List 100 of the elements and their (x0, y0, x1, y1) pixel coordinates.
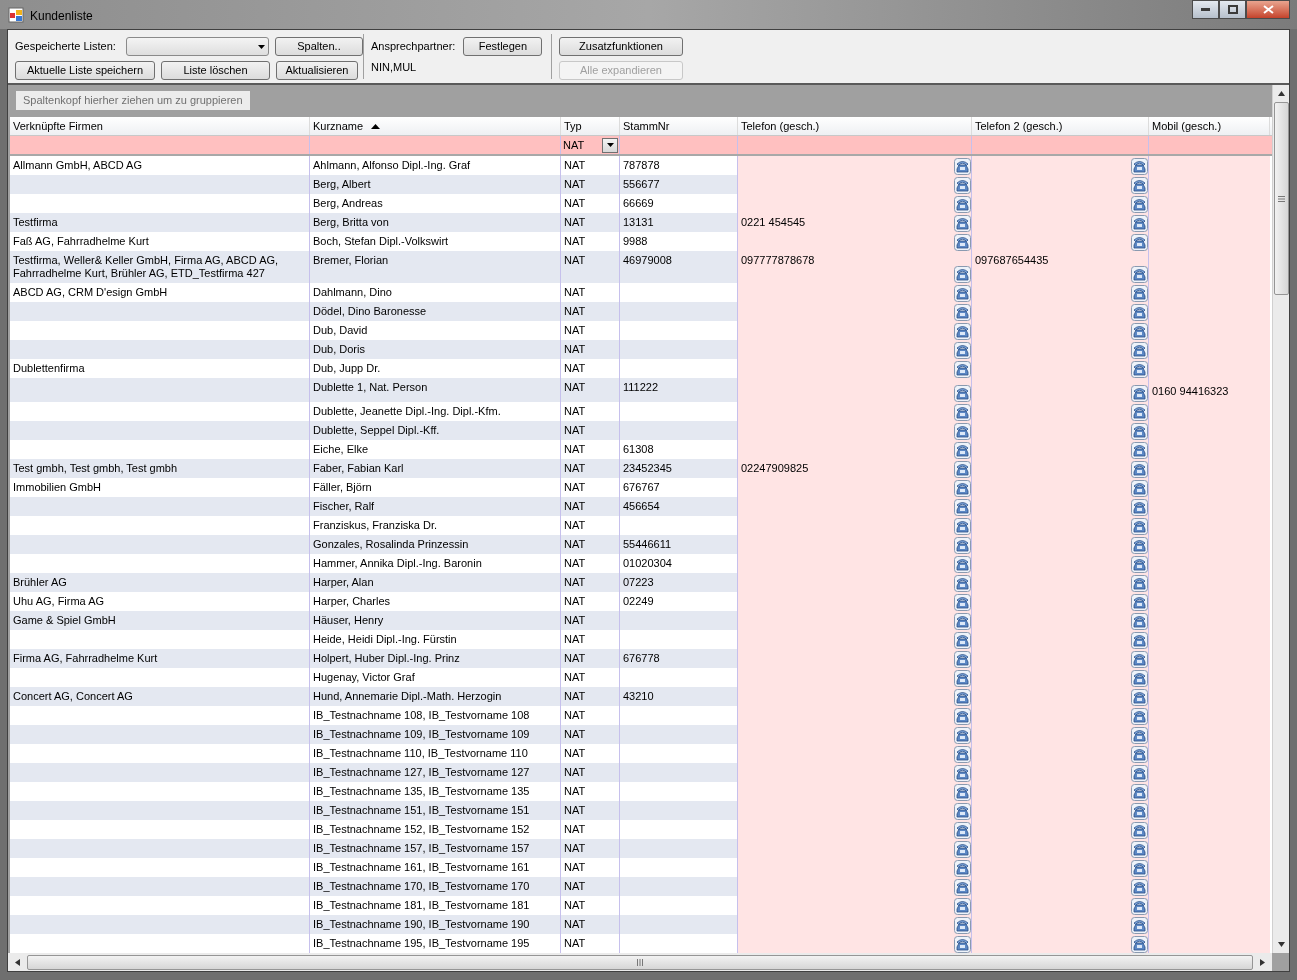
telephone-icon[interactable] (954, 594, 971, 611)
telephone-icon[interactable] (954, 784, 971, 801)
telephone-icon[interactable] (954, 822, 971, 839)
telephone-icon[interactable] (1131, 651, 1148, 668)
telephone-icon[interactable] (1131, 670, 1148, 687)
filter-dropdown-button[interactable] (602, 137, 618, 153)
telephone-icon[interactable] (1131, 304, 1148, 321)
telephone-icon[interactable] (1131, 385, 1148, 402)
telephone-icon[interactable] (954, 898, 971, 915)
telephone-icon[interactable] (954, 670, 971, 687)
telephone-icon[interactable] (1131, 841, 1148, 858)
telephone-icon[interactable] (954, 215, 971, 232)
telephone-icon[interactable] (1131, 323, 1148, 340)
telephone-icon[interactable] (954, 632, 971, 649)
column-header[interactable]: Mobil (gesch.) (1149, 117, 1270, 135)
telephone-icon[interactable] (1131, 480, 1148, 497)
telephone-icon[interactable] (954, 404, 971, 421)
telephone-icon[interactable] (1131, 632, 1148, 649)
telephone-icon[interactable] (1131, 266, 1148, 283)
telephone-icon[interactable] (1131, 575, 1148, 592)
telephone-icon[interactable] (954, 461, 971, 478)
type-filter-field[interactable]: NAT (561, 136, 620, 154)
telephone-icon[interactable] (1131, 860, 1148, 877)
telephone-icon[interactable] (954, 556, 971, 573)
column-header[interactable]: Kurzname (310, 117, 561, 135)
telephone-icon[interactable] (954, 423, 971, 440)
telephone-icon[interactable] (954, 689, 971, 706)
telephone-icon[interactable] (954, 613, 971, 630)
telephone-icon[interactable] (954, 266, 971, 283)
telephone-icon[interactable] (1131, 594, 1148, 611)
toolbar-button[interactable]: Festlegen (463, 37, 543, 56)
telephone-icon[interactable] (1131, 898, 1148, 915)
telephone-icon[interactable] (1131, 708, 1148, 725)
telephone-icon[interactable] (954, 841, 971, 858)
telephone-icon[interactable] (1131, 234, 1148, 251)
close-button[interactable] (1246, 0, 1290, 19)
telephone-icon[interactable] (1131, 361, 1148, 378)
column-header[interactable]: Verknüpfte Firmen (10, 117, 310, 135)
telephone-icon[interactable] (1131, 158, 1148, 175)
telephone-icon[interactable] (1131, 936, 1148, 953)
telephone-icon[interactable] (954, 746, 971, 763)
telephone-icon[interactable] (1131, 803, 1148, 820)
column-header[interactable]: StammNr (620, 117, 738, 135)
telephone-icon[interactable] (954, 708, 971, 725)
telephone-icon[interactable] (954, 917, 971, 934)
toolbar-button[interactable]: Liste löschen (161, 61, 270, 80)
telephone-icon[interactable] (1131, 784, 1148, 801)
telephone-icon[interactable] (954, 196, 971, 213)
telephone-icon[interactable] (1131, 822, 1148, 839)
telephone-icon[interactable] (954, 177, 971, 194)
telephone-icon[interactable] (1131, 556, 1148, 573)
telephone-icon[interactable] (954, 234, 971, 251)
telephone-icon[interactable] (1131, 518, 1148, 535)
telephone-icon[interactable] (954, 323, 971, 340)
vertical-scrollbar[interactable] (1272, 85, 1289, 953)
telephone-icon[interactable] (1131, 537, 1148, 554)
telephone-icon[interactable] (1131, 404, 1148, 421)
telephone-icon[interactable] (1131, 765, 1148, 782)
toolbar-button[interactable]: Aktuelle Liste speichern (15, 61, 155, 80)
telephone-icon[interactable] (1131, 727, 1148, 744)
telephone-icon[interactable] (954, 803, 971, 820)
saved-lists-dropdown[interactable] (126, 37, 269, 56)
telephone-icon[interactable] (1131, 613, 1148, 630)
telephone-icon[interactable] (1131, 879, 1148, 896)
telephone-icon[interactable] (954, 936, 971, 953)
toolbar-button[interactable]: Aktualisieren (276, 61, 358, 80)
telephone-icon[interactable] (954, 727, 971, 744)
telephone-icon[interactable] (954, 575, 971, 592)
minimize-button[interactable] (1192, 0, 1219, 19)
telephone-icon[interactable] (954, 765, 971, 782)
telephone-icon[interactable] (954, 651, 971, 668)
telephone-icon[interactable] (1131, 442, 1148, 459)
column-header[interactable]: Telefon 2 (gesch.) (972, 117, 1149, 135)
telephone-icon[interactable] (954, 158, 971, 175)
toolbar-button[interactable]: Spalten.. (275, 37, 363, 56)
telephone-icon[interactable] (1131, 196, 1148, 213)
scrollbar-thumb[interactable] (1273, 102, 1289, 295)
telephone-icon[interactable] (954, 537, 971, 554)
telephone-icon[interactable] (954, 860, 971, 877)
telephone-icon[interactable] (1131, 689, 1148, 706)
telephone-icon[interactable] (954, 285, 971, 302)
telephone-icon[interactable] (954, 518, 971, 535)
telephone-icon[interactable] (1131, 342, 1148, 359)
telephone-icon[interactable] (1131, 917, 1148, 934)
telephone-icon[interactable] (1131, 285, 1148, 302)
telephone-icon[interactable] (1131, 215, 1148, 232)
telephone-icon[interactable] (954, 385, 971, 402)
telephone-icon[interactable] (1131, 499, 1148, 516)
telephone-icon[interactable] (1131, 177, 1148, 194)
telephone-icon[interactable] (954, 499, 971, 516)
telephone-icon[interactable] (1131, 746, 1148, 763)
telephone-icon[interactable] (954, 342, 971, 359)
telephone-icon[interactable] (954, 304, 971, 321)
telephone-icon[interactable] (954, 442, 971, 459)
column-header[interactable]: Telefon (gesch.) (738, 117, 972, 135)
telephone-icon[interactable] (1131, 423, 1148, 440)
maximize-button[interactable] (1219, 0, 1246, 19)
toolbar-button[interactable]: Zusatzfunktionen (559, 37, 683, 56)
column-header[interactable]: Typ (561, 117, 620, 135)
telephone-icon[interactable] (954, 480, 971, 497)
